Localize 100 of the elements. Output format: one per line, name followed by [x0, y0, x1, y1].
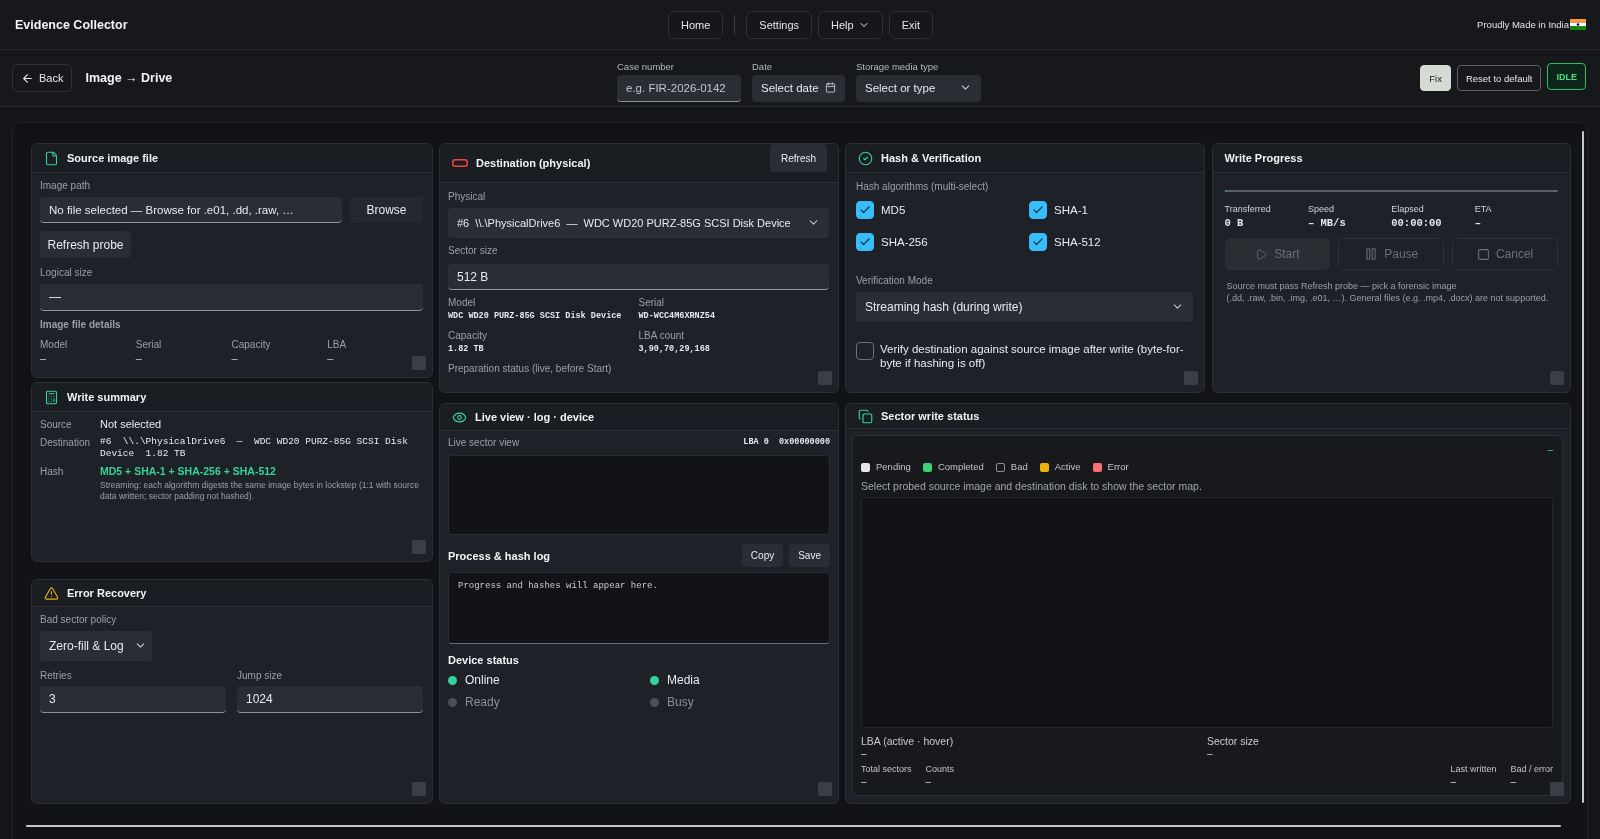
- field-label: Physical: [448, 191, 487, 203]
- check-icon: [1032, 236, 1044, 248]
- field-label: Date: [752, 60, 774, 72]
- image-path-field[interactable]: No file selected — Browse for .e01, .dd, .raw, …: [40, 197, 342, 223]
- status-label: Media: [667, 673, 700, 687]
- nav-button[interactable]: Home: [667, 10, 724, 39]
- reset-button[interactable]: Reset to default: [1456, 65, 1542, 91]
- stat-label: Transferred: [1224, 204, 1272, 215]
- stat-value: 0 B: [1224, 216, 1245, 230]
- checkbox-label: Verify destination against source image after write (byte-for-byte if hashing is off): [880, 342, 1185, 370]
- nav-button[interactable]: Exit: [888, 10, 934, 39]
- legend-label: Error: [1107, 461, 1129, 473]
- eye-icon: [452, 409, 467, 425]
- physical-drive-dropdown[interactable]: #6 \\.\PhysicalDrive6 — WDC WD20 PURZ-85G SCSI Disk Device: [448, 208, 829, 238]
- checkbox[interactable]: [856, 201, 874, 219]
- copy-button[interactable]: Copy: [741, 544, 784, 567]
- checkbox-label: SHA-512: [1054, 235, 1101, 249]
- detail-value: WD-WCC4M6XRNZ54: [638, 310, 716, 323]
- hint-text: Source must pass Refresh probe — pick a forensic image (.dd, .raw, .bin, .img, .e01, …). General files (e.g. .mp4, .docx) are not supported.: [1225, 280, 1550, 304]
- panel-title: Source image file: [67, 152, 159, 164]
- detail-label: LBA count: [638, 330, 686, 342]
- stat-value: –: [1474, 216, 1482, 230]
- detail-value: 1.82 TB: [448, 343, 485, 356]
- stat-label: Speed: [1307, 204, 1335, 215]
- check-icon: [859, 204, 871, 216]
- field-label: Jump size: [237, 670, 283, 682]
- corner-square-icon[interactable]: [412, 540, 426, 554]
- readout-label: Counts: [925, 763, 955, 775]
- check-icon: [859, 236, 871, 248]
- checkbox[interactable]: [856, 342, 874, 360]
- number-field[interactable]: 3: [40, 686, 226, 713]
- case-number-field[interactable]: e.g. FIR-2026-0142: [617, 74, 741, 102]
- logical-size-field[interactable]: —: [40, 284, 423, 311]
- detail-value: –: [135, 352, 143, 364]
- section-title: Device status: [448, 654, 520, 666]
- readout-value: –: [1450, 776, 1457, 788]
- field-label: Live sector view: [448, 436, 520, 449]
- detail-label: Serial: [135, 339, 163, 351]
- legend-label: Active: [1054, 461, 1081, 473]
- back-button[interactable]: Back: [12, 64, 73, 92]
- checkbox[interactable]: [856, 233, 874, 251]
- readout-value: –: [925, 776, 933, 788]
- refresh-button[interactable]: Refresh: [770, 144, 827, 172]
- flag-icon: [1570, 19, 1586, 30]
- corner-square-icon[interactable]: [412, 356, 426, 370]
- corner-square-icon[interactable]: [1550, 782, 1564, 796]
- save-button[interactable]: Save: [789, 544, 830, 567]
- verification-mode-dropdown[interactable]: Streaming hash (during write): [856, 292, 1193, 322]
- vertical-scrollbar[interactable]: [1582, 131, 1584, 803]
- panel-title: Live view · log · device: [475, 411, 595, 423]
- warning-icon: [44, 585, 59, 601]
- check-icon: [1032, 204, 1044, 216]
- checkbox[interactable]: [1029, 201, 1047, 219]
- checkbox[interactable]: [1029, 233, 1047, 251]
- detail-label: Model: [40, 339, 69, 351]
- summary-label: Source: [40, 418, 73, 431]
- browse-button[interactable]: Browse: [350, 197, 423, 223]
- corner-square-icon[interactable]: [818, 371, 832, 385]
- hash-note: Streaming: each algorithm digests the same image bytes in lockstep (1:1 with source data written; sector padding not hashed).: [100, 480, 420, 502]
- field-label: Case number: [617, 60, 676, 72]
- nav-button[interactable]: Help: [818, 10, 883, 39]
- sector-map-message: Select probed source image and destination disk to show the sector map.: [861, 480, 1203, 492]
- app-title: Evidence Collector: [15, 17, 128, 32]
- number-field[interactable]: 1024: [237, 686, 423, 713]
- corner-square-icon[interactable]: [1550, 371, 1564, 385]
- sector-size-field[interactable]: 512 B: [448, 264, 829, 290]
- date-picker[interactable]: Select date: [752, 74, 845, 102]
- panel-title: Sector write status: [881, 410, 980, 422]
- horizontal-scrollbar[interactable]: [26, 825, 1561, 827]
- field-label: Sector size: [448, 245, 499, 257]
- check-circle-icon: [858, 150, 873, 166]
- nav-button[interactable]: Settings: [746, 10, 813, 39]
- detail-label: Serial: [638, 297, 666, 309]
- corner-square-icon[interactable]: [412, 782, 426, 796]
- corner-square-icon[interactable]: [1183, 371, 1198, 385]
- field-label: Verification Mode: [856, 275, 934, 287]
- corner-square-icon[interactable]: [818, 782, 832, 796]
- section-label: Image file details: [40, 319, 122, 331]
- rounded-rectangle-icon: [452, 159, 468, 167]
- panel-title: Write Progress: [1224, 152, 1303, 164]
- detail-label: Capacity: [448, 330, 488, 342]
- readout-value: –: [861, 776, 868, 788]
- square-icon: [1476, 247, 1490, 261]
- stat-label: Elapsed: [1391, 204, 1425, 215]
- calculator-icon: [44, 389, 59, 405]
- stacked-squares-icon: [858, 408, 873, 424]
- field-label: Logical size: [40, 267, 94, 279]
- panel-title: Destination (physical): [476, 157, 591, 169]
- media-type-dropdown[interactable]: Select or type: [856, 74, 981, 102]
- log-field[interactable]: Progress and hashes will appear here.: [448, 572, 830, 644]
- status-label: Online: [465, 673, 500, 687]
- readout-label: Sector size: [1207, 735, 1260, 747]
- readout-value: –: [1207, 748, 1214, 760]
- refresh-probe-button[interactable]: Refresh probe: [40, 231, 131, 258]
- status-label: Busy: [667, 695, 694, 709]
- checkbox-label: SHA-256: [881, 235, 928, 249]
- summary-label: Hash: [40, 465, 65, 479]
- bad-sector-policy-dropdown[interactable]: Zero-fill & Log: [40, 631, 152, 661]
- status-badge: IDLE: [1547, 63, 1586, 90]
- fix-button[interactable]: Fix: [1420, 65, 1451, 91]
